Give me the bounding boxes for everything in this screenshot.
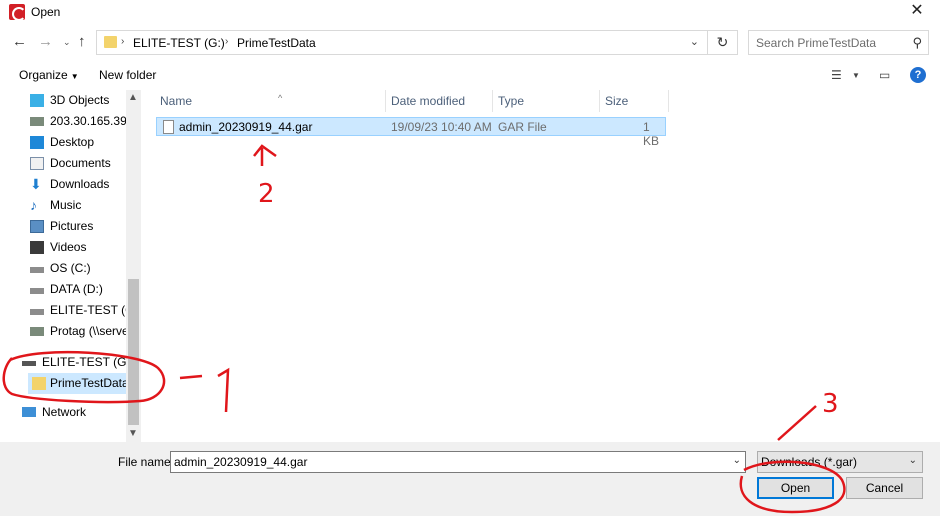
drive-icon	[30, 288, 44, 294]
breadcrumb-separator: ›	[121, 36, 125, 47]
chevron-down-icon: ▼	[70, 72, 79, 81]
close-button[interactable]: ✕	[894, 0, 940, 24]
preview-pane-icon[interactable]: ▭	[879, 68, 890, 82]
file-list: Name ^ Date modified Type Size admin_202…	[142, 90, 940, 442]
sidebar-item-elite-test-usb[interactable]: ELITE-TEST (G:)	[22, 352, 134, 373]
window-title: Open	[31, 5, 61, 19]
table-row[interactable]: admin_20230919_44.gar 19/09/23 10:40 AM …	[156, 117, 666, 148]
view-options-dropdown[interactable]: ▼	[852, 71, 860, 80]
file-type-filter-select[interactable]: Downloads (*.gar) ⌄	[757, 451, 923, 473]
desktop-icon	[30, 136, 44, 149]
organize-label: Organize	[19, 68, 68, 82]
column-header-date[interactable]: Date modified	[385, 90, 493, 112]
navigation-pane: 3D Objects 203.30.165.39 Desktop Documen…	[0, 90, 141, 442]
folder-icon	[32, 377, 46, 390]
app-logo-icon	[9, 4, 26, 21]
sidebar-item-network-address[interactable]: 203.30.165.39	[30, 111, 127, 132]
search-icon[interactable]: ⚲	[912, 35, 922, 51]
file-name-input[interactable]: admin_20230919_44.gar ⌄	[170, 451, 746, 473]
new-folder-button[interactable]: New folder	[99, 68, 156, 82]
breadcrumb-separator: ›	[225, 36, 229, 47]
music-icon: ♪	[30, 197, 37, 213]
scroll-down-button[interactable]: ▼	[128, 428, 138, 439]
sidebar-item-os-drive[interactable]: OS (C:)	[30, 258, 126, 279]
dialog-footer: File name: admin_20230919_44.gar ⌄ Downl…	[0, 442, 940, 516]
download-icon: ⬇	[30, 176, 42, 192]
column-header-type[interactable]: Type	[492, 90, 600, 112]
navigation-bar: ← → ⌄ ↑ › ELITE-TEST (G:) › PrimeTestDat…	[0, 28, 940, 58]
network-drive-icon	[30, 117, 44, 126]
search-input[interactable]	[749, 31, 904, 54]
refresh-button[interactable]: ↻	[708, 30, 738, 55]
search-box: ⚲	[748, 30, 929, 55]
sidebar-item-network[interactable]: Network	[22, 402, 126, 423]
up-button[interactable]: ↑	[78, 33, 86, 50]
breadcrumb-drive[interactable]: ELITE-TEST (G:)	[133, 36, 225, 50]
forward-button[interactable]: →	[38, 33, 53, 50]
file-icon	[163, 120, 174, 134]
cancel-button[interactable]: Cancel	[846, 477, 923, 499]
file-type: GAR File	[498, 120, 547, 134]
chevron-down-icon[interactable]: ⌄	[733, 455, 741, 466]
open-button[interactable]: Open	[757, 477, 834, 499]
sidebar-item-videos[interactable]: Videos	[30, 237, 126, 258]
file-name-label: File name:	[118, 455, 175, 469]
sidebar-item-downloads[interactable]: ⬇ Downloads	[30, 174, 126, 195]
documents-icon	[30, 157, 44, 170]
change-view-icon[interactable]: ☰	[831, 68, 842, 82]
os-drive-icon	[30, 267, 44, 273]
column-header-label: Name	[160, 94, 193, 108]
videos-icon	[30, 241, 44, 254]
organize-button[interactable]: Organize ▼	[19, 68, 79, 82]
file-name-value: admin_20230919_44.gar	[174, 455, 308, 469]
scroll-up-button[interactable]: ▲	[128, 92, 138, 103]
title-bar: Open ✕	[0, 0, 940, 24]
sidebar-item-desktop[interactable]: Desktop	[30, 132, 126, 153]
usb-drive-icon	[22, 361, 36, 366]
drive-icon	[30, 309, 44, 315]
sidebar-item-3d-objects[interactable]: 3D Objects	[30, 90, 126, 111]
back-button[interactable]: ←	[12, 33, 27, 50]
file-type-filter-value: Downloads (*.gar)	[761, 455, 858, 469]
column-header-name[interactable]: Name ^	[154, 90, 386, 112]
file-date-modified: 19/09/23 10:40 AM	[391, 120, 492, 134]
sidebar-item-primetestdata[interactable]: PrimeTestData	[28, 373, 129, 394]
help-icon[interactable]: ?	[910, 67, 926, 83]
cube-icon	[30, 94, 44, 107]
sidebar-item-pictures[interactable]: Pictures	[30, 216, 126, 237]
file-size: 1 KB	[643, 120, 660, 148]
command-toolbar: Organize ▼ New folder ☰ ▼ ▭	[0, 62, 940, 88]
file-name: admin_20230919_44.gar	[179, 120, 313, 134]
column-header-size[interactable]: Size	[599, 90, 669, 112]
sort-ascending-icon: ^	[278, 93, 283, 103]
network-icon	[22, 407, 36, 417]
sidebar-item-music[interactable]: ♪ Music	[30, 195, 126, 216]
address-bar[interactable]: › ELITE-TEST (G:) › PrimeTestData ⌄	[96, 30, 708, 55]
folder-icon	[104, 36, 117, 48]
sidebar-item-data-drive[interactable]: DATA (D:)	[30, 279, 126, 300]
breadcrumb-folder[interactable]: PrimeTestData	[237, 36, 316, 50]
sidebar-scroll-thumb[interactable]	[128, 279, 139, 425]
pictures-icon	[30, 220, 44, 233]
network-drive-icon	[30, 327, 44, 336]
chevron-down-icon: ⌄	[908, 455, 917, 466]
address-history-dropdown[interactable]: ⌄	[690, 35, 699, 48]
recent-locations-button[interactable]: ⌄	[63, 37, 71, 48]
sidebar-item-documents[interactable]: Documents	[30, 153, 126, 174]
sidebar-item-protag-share[interactable]: Protag (\\server2	[30, 321, 126, 342]
sidebar-item-elite-test-drive[interactable]: ELITE-TEST (G:)	[30, 300, 141, 321]
